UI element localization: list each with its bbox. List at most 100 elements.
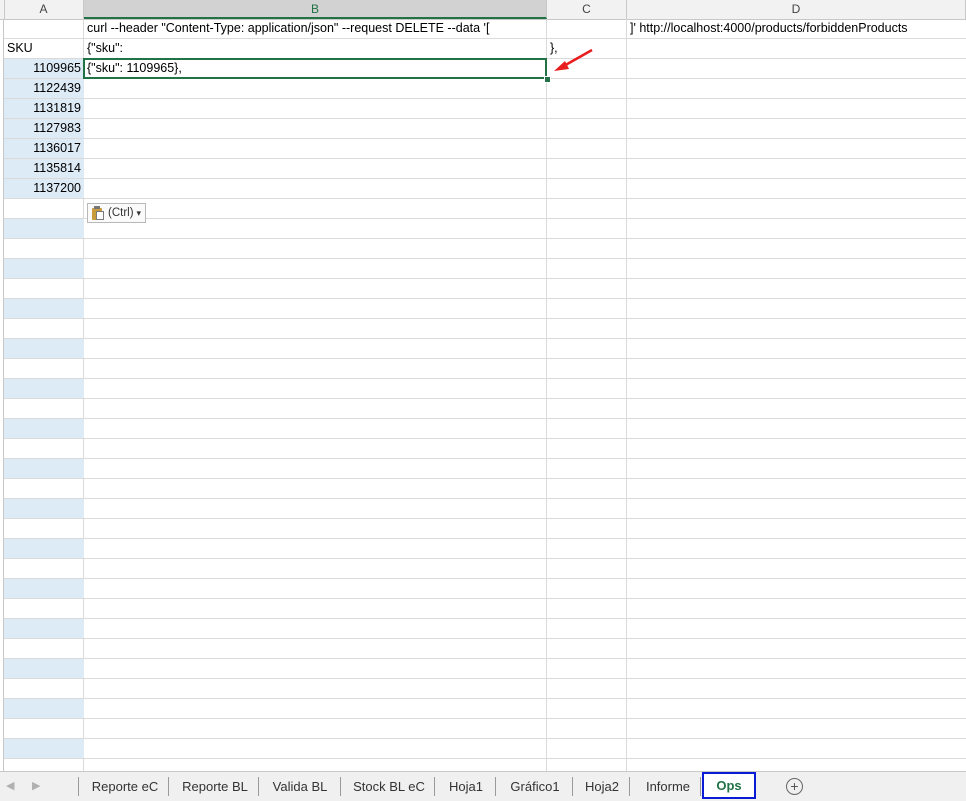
cell-c[interactable] — [547, 119, 627, 138]
spreadsheet-grid[interactable]: A B C D curl --header "Content-Type: app… — [0, 0, 966, 771]
cell-a[interactable] — [4, 279, 84, 298]
cell-a[interactable] — [4, 759, 84, 771]
cell-d[interactable] — [627, 499, 966, 518]
cell-d[interactable] — [627, 739, 966, 758]
cell-a[interactable] — [4, 479, 84, 498]
cell-b[interactable] — [84, 279, 547, 298]
cell-c[interactable] — [547, 219, 627, 238]
cell-c[interactable] — [547, 619, 627, 638]
cell-c[interactable] — [547, 279, 627, 298]
sheet-tab[interactable]: Gráfico1 — [497, 772, 573, 801]
cell-d[interactable] — [627, 39, 966, 58]
cell-b[interactable] — [84, 119, 547, 138]
cell-a[interactable] — [4, 19, 84, 38]
cell-d[interactable] — [627, 79, 966, 98]
cell-d[interactable] — [627, 559, 966, 578]
cell-b[interactable] — [84, 219, 547, 238]
cell-d[interactable] — [627, 759, 966, 771]
cell-c[interactable] — [547, 179, 627, 198]
cell-c[interactable] — [547, 499, 627, 518]
cell-a[interactable] — [4, 539, 84, 558]
cell-b[interactable] — [84, 179, 547, 198]
cell-a[interactable]: 1135814 — [4, 159, 84, 178]
column-header-b[interactable]: B — [84, 0, 547, 19]
cell-b[interactable] — [84, 719, 547, 738]
cell-d[interactable] — [627, 639, 966, 658]
cell-c[interactable] — [547, 459, 627, 478]
sheet-tab[interactable]: Valida BL — [260, 772, 340, 801]
cell-b[interactable] — [84, 399, 547, 418]
sheet-tab[interactable]: Hoja2 — [574, 772, 630, 801]
cell-c[interactable] — [547, 199, 627, 218]
cell-b[interactable] — [84, 139, 547, 158]
column-header-d[interactable]: D — [627, 0, 966, 19]
cell-a[interactable] — [4, 239, 84, 258]
cell-b[interactable] — [84, 579, 547, 598]
cell-c[interactable] — [547, 559, 627, 578]
cell-b[interactable] — [84, 699, 547, 718]
cell-c[interactable] — [547, 99, 627, 118]
cell-c[interactable] — [547, 419, 627, 438]
cell-a[interactable]: 1109965 — [4, 59, 84, 78]
cell-b[interactable] — [84, 299, 547, 318]
add-sheet-button[interactable]: + — [786, 778, 803, 795]
cell-a[interactable]: 1122439 — [4, 79, 84, 98]
cell-a[interactable] — [4, 579, 84, 598]
cell-c[interactable] — [547, 439, 627, 458]
cell-d[interactable] — [627, 259, 966, 278]
sheet-tab[interactable]: Stock BL eC — [342, 772, 436, 801]
cell-c[interactable] — [547, 599, 627, 618]
cell-d[interactable] — [627, 99, 966, 118]
cell-a[interactable] — [4, 719, 84, 738]
cell-a[interactable] — [4, 379, 84, 398]
cell-b[interactable] — [84, 619, 547, 638]
cell-b[interactable]: {"sku": 1109965}, — [84, 59, 547, 78]
cell-a[interactable] — [4, 519, 84, 538]
sheet-tab[interactable]: Ops — [702, 772, 756, 799]
cell-b[interactable] — [84, 679, 547, 698]
cell-d[interactable] — [627, 599, 966, 618]
cell-c[interactable] — [547, 679, 627, 698]
cell-c[interactable] — [547, 359, 627, 378]
cell-d[interactable] — [627, 159, 966, 178]
cell-d[interactable] — [627, 719, 966, 738]
cell-d[interactable] — [627, 139, 966, 158]
cell-c[interactable] — [547, 719, 627, 738]
cell-b[interactable] — [84, 499, 547, 518]
cell-c[interactable] — [547, 539, 627, 558]
cell-b[interactable] — [84, 259, 547, 278]
cell-b[interactable] — [84, 359, 547, 378]
cell-d[interactable] — [627, 539, 966, 558]
cell-d[interactable]: ]' http://localhost:4000/products/forbid… — [627, 19, 966, 38]
cell-b[interactable] — [84, 99, 547, 118]
cell-b[interactable] — [84, 639, 547, 658]
cell-c[interactable] — [547, 339, 627, 358]
cell-d[interactable] — [627, 279, 966, 298]
cell-d[interactable] — [627, 579, 966, 598]
cell-a[interactable] — [4, 219, 84, 238]
cell-b[interactable] — [84, 439, 547, 458]
cell-b[interactable] — [84, 319, 547, 338]
cell-a[interactable] — [4, 619, 84, 638]
cell-a[interactable] — [4, 439, 84, 458]
cell-b[interactable] — [84, 479, 547, 498]
cell-a[interactable] — [4, 399, 84, 418]
sheet-tab[interactable]: Reporte eC — [80, 772, 170, 801]
cell-a[interactable]: 1131819 — [4, 99, 84, 118]
cell-d[interactable] — [627, 299, 966, 318]
cell-d[interactable] — [627, 339, 966, 358]
cell-b[interactable] — [84, 419, 547, 438]
cell-a[interactable] — [4, 459, 84, 478]
cell-b[interactable] — [84, 199, 547, 218]
cell-d[interactable] — [627, 179, 966, 198]
cell-d[interactable] — [627, 219, 966, 238]
cell-c[interactable] — [547, 19, 627, 38]
sheet-tab[interactable]: Hoja1 — [436, 772, 496, 801]
cell-a[interactable] — [4, 259, 84, 278]
cell-a[interactable] — [4, 319, 84, 338]
cell-a[interactable] — [4, 419, 84, 438]
cell-c[interactable] — [547, 739, 627, 758]
column-header-a[interactable]: A — [4, 0, 84, 19]
cell-a[interactable] — [4, 299, 84, 318]
cell-c[interactable] — [547, 659, 627, 678]
